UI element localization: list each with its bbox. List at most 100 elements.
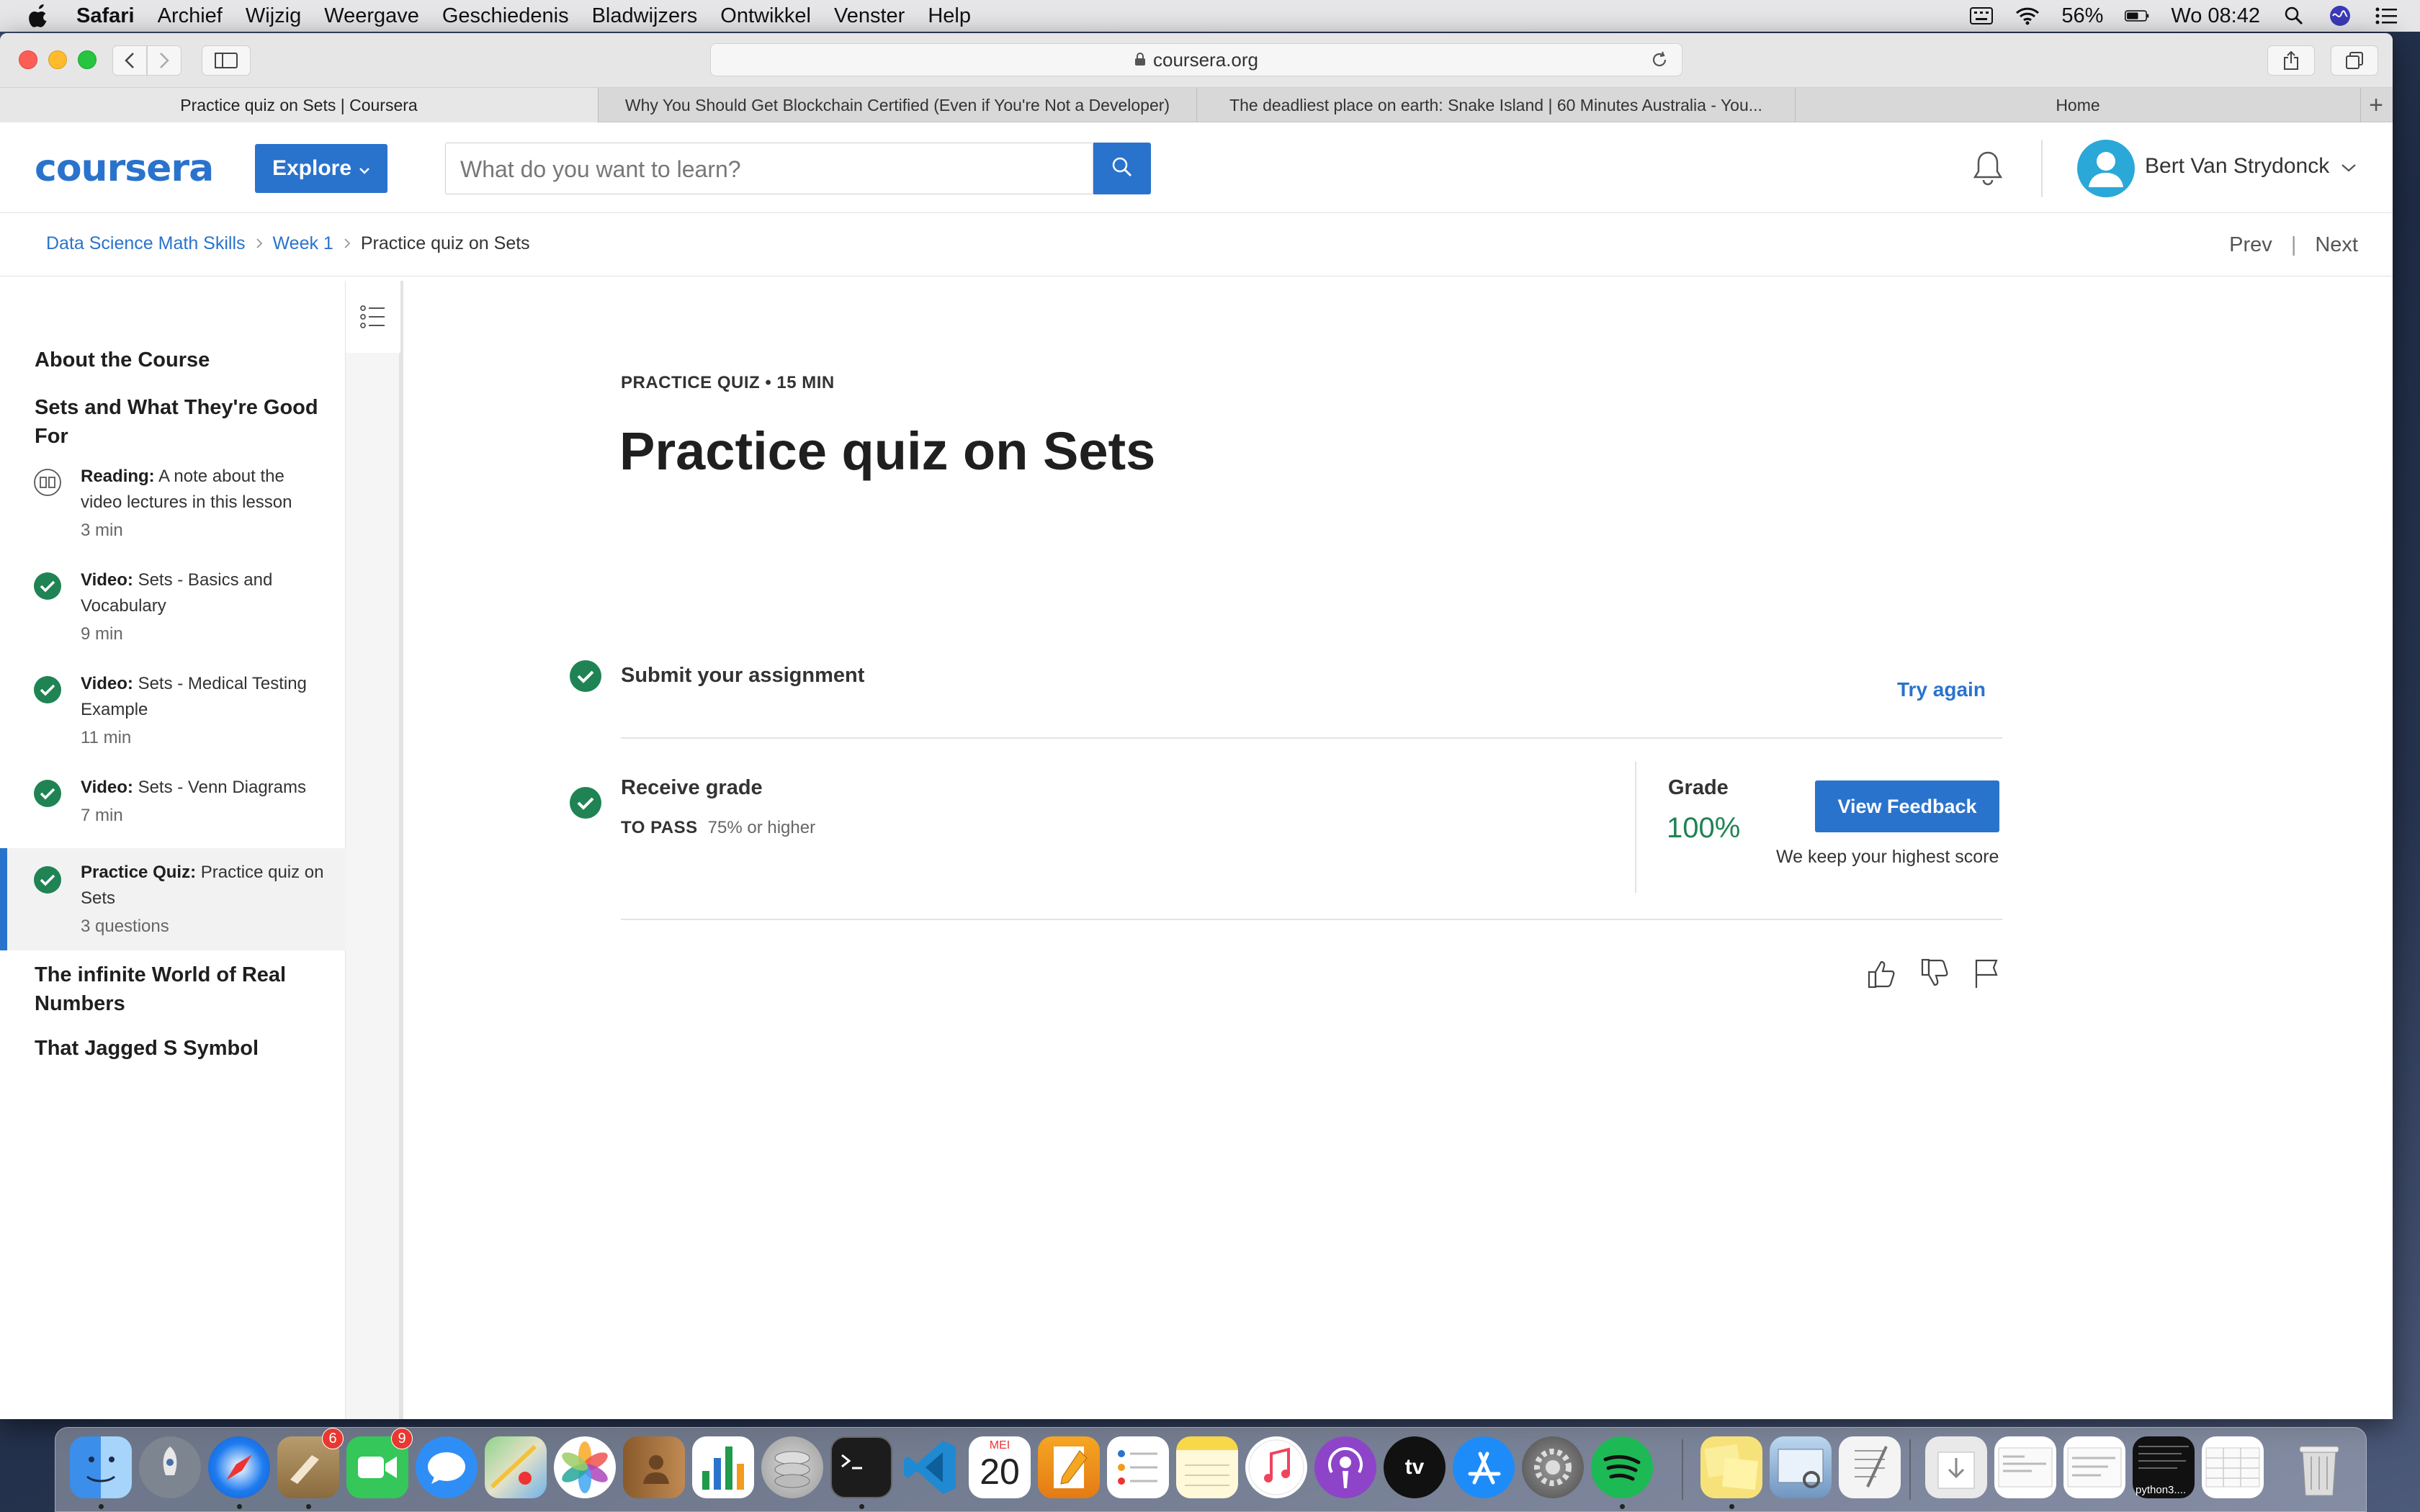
downloads-stack-icon[interactable] [1925, 1436, 1987, 1498]
menu-wijzig[interactable]: Wijzig [246, 4, 301, 28]
battery-icon[interactable] [2125, 5, 2149, 27]
maps-icon[interactable] [485, 1436, 547, 1498]
check-circle-icon [569, 660, 602, 693]
podcasts-icon[interactable] [1314, 1436, 1376, 1498]
address-bar[interactable]: coursera.org [710, 43, 1682, 76]
apple-tv-icon[interactable]: tv [1384, 1436, 1446, 1498]
stickies-icon[interactable] [1700, 1436, 1762, 1498]
book-icon [33, 468, 62, 497]
preview-icon[interactable] [1770, 1436, 1832, 1498]
pages-icon[interactable] [1038, 1436, 1100, 1498]
spotlight-search-icon[interactable] [2282, 5, 2306, 27]
photos-icon[interactable] [554, 1436, 616, 1498]
app-store-icon[interactable] [1453, 1436, 1515, 1498]
calendar-icon[interactable]: MEI 20 [969, 1436, 1031, 1498]
search-input[interactable] [446, 143, 1093, 194]
spreadsheet-thumbnail-icon[interactable] [2202, 1436, 2264, 1498]
thumbs-up-icon[interactable] [1865, 956, 1900, 991]
sidebar-item-practice-quiz[interactable]: Practice Quiz: Practice quiz on Sets 3 q… [0, 848, 346, 950]
forward-button[interactable] [147, 45, 182, 76]
section-divider [621, 919, 2002, 920]
apple-menu-icon[interactable] [27, 3, 50, 29]
sidebar-section-about[interactable]: About the Course [35, 346, 323, 374]
spotify-icon[interactable] [1591, 1436, 1653, 1498]
share-button[interactable] [2267, 45, 2315, 76]
menu-clock[interactable]: Wo 08:42 [2171, 4, 2260, 28]
python-window-label: python3.... [2136, 1484, 2187, 1496]
menu-venster[interactable]: Venster [834, 4, 905, 28]
disk-utility-icon[interactable] [761, 1436, 823, 1498]
siri-icon[interactable] [2328, 5, 2352, 27]
document-thumbnail-icon[interactable] [1994, 1436, 2056, 1498]
wifi-icon[interactable] [2015, 5, 2040, 27]
menu-help[interactable]: Help [928, 4, 971, 28]
search-button[interactable] [1093, 143, 1151, 194]
numbers-icon[interactable] [692, 1436, 754, 1498]
avatar[interactable] [2077, 140, 2135, 197]
system-preferences-icon[interactable] [1522, 1436, 1584, 1498]
explore-button[interactable]: Explore [255, 144, 387, 193]
new-tab-button[interactable]: + [2360, 88, 2393, 122]
vscode-icon[interactable] [900, 1436, 962, 1498]
tab-practice-quiz[interactable]: Practice quiz on Sets | Coursera [0, 88, 599, 122]
menu-weergave[interactable]: Weergave [324, 4, 419, 28]
user-name: Bert Van Strydonck [2145, 154, 2330, 178]
safari-icon[interactable] [208, 1436, 270, 1498]
sidebar-toggle-button[interactable] [202, 45, 251, 76]
launchpad-icon[interactable] [139, 1436, 201, 1498]
thumbs-down-icon[interactable] [1919, 956, 1953, 991]
trash-icon[interactable] [2288, 1436, 2350, 1498]
finder-icon[interactable] [70, 1436, 132, 1498]
breadcrumb-course-link[interactable]: Data Science Math Skills [46, 233, 246, 254]
tab-blockchain[interactable]: Why You Should Get Blockchain Certified … [599, 88, 1197, 122]
sidebar-item-type: Video: [81, 674, 133, 693]
zoom-window-button[interactable] [78, 50, 97, 69]
tab-overview-button[interactable] [2331, 45, 2378, 76]
tab-snake-island[interactable]: The deadliest place on earth: Snake Isla… [1197, 88, 1796, 122]
coursera-logo[interactable]: coursera [35, 147, 214, 190]
tab-bar: Practice quiz on Sets | Coursera Why You… [0, 88, 2393, 122]
sidebar-section-sets[interactable]: Sets and What They're Good For [35, 393, 323, 451]
screenshot-thumbnail-icon[interactable] [2063, 1436, 2125, 1498]
sidebar-item-video-basics[interactable]: Video: Sets - Basics and Vocabulary 9 mi… [0, 570, 346, 665]
check-circle-icon [33, 572, 62, 600]
user-menu[interactable]: Bert Van Strydonck [2145, 154, 2357, 179]
sidebar-item-video-venn[interactable]: Video: Sets - Venn Diagrams 7 min [0, 778, 346, 851]
notification-center-icon[interactable] [2374, 5, 2398, 27]
flag-icon[interactable] [1969, 956, 2004, 991]
sidebar-item-video-medical[interactable]: Video: Sets - Medical Testing Example 11… [0, 674, 346, 769]
menu-archief[interactable]: Archief [158, 4, 223, 28]
sidebar-section-jagged-s[interactable]: That Jagged S Symbol [35, 1034, 323, 1063]
music-icon[interactable] [1245, 1436, 1307, 1498]
contacts-icon[interactable] [623, 1436, 685, 1498]
sidebar-section-real-numbers[interactable]: The infinite World of Real Numbers [35, 960, 323, 1018]
sidebar-collapse-column [346, 281, 403, 1419]
keyboard-icon[interactable] [1969, 5, 1994, 27]
menu-app-name[interactable]: Safari [76, 4, 135, 28]
menu-bladwijzers[interactable]: Bladwijzers [592, 4, 698, 28]
battery-percent: 56% [2061, 4, 2104, 27]
sidebar-item-type: Practice Quiz: [81, 863, 197, 882]
chevron-down-icon [2341, 154, 2357, 179]
reminders-icon[interactable] [1107, 1436, 1169, 1498]
next-link[interactable]: Next [2315, 233, 2358, 257]
textedit-icon[interactable] [1839, 1436, 1901, 1498]
notes-icon[interactable] [1176, 1436, 1238, 1498]
toggle-sidebar-list-icon[interactable] [346, 281, 400, 353]
try-again-link[interactable]: Try again [1897, 678, 1986, 701]
tab-home[interactable]: Home [1796, 88, 2361, 122]
sidebar-item-reading[interactable]: Reading: A note about the video lectures… [0, 467, 346, 562]
breadcrumb-week-link[interactable]: Week 1 [273, 233, 333, 254]
close-window-button[interactable] [19, 50, 37, 69]
reload-icon[interactable] [1650, 50, 1669, 74]
notifications-bell-icon[interactable] [1968, 147, 2008, 190]
menu-ontwikkel[interactable]: Ontwikkel [720, 4, 811, 28]
menu-geschiedenis[interactable]: Geschiedenis [442, 4, 569, 28]
sidebar-item-duration: 11 min [81, 728, 132, 747]
terminal-icon[interactable] [830, 1436, 892, 1498]
prev-link[interactable]: Prev [2229, 233, 2272, 257]
minimize-window-button[interactable] [48, 50, 67, 69]
messages-icon[interactable] [416, 1436, 478, 1498]
view-feedback-button[interactable]: View Feedback [1815, 780, 1999, 832]
back-button[interactable] [112, 45, 147, 76]
